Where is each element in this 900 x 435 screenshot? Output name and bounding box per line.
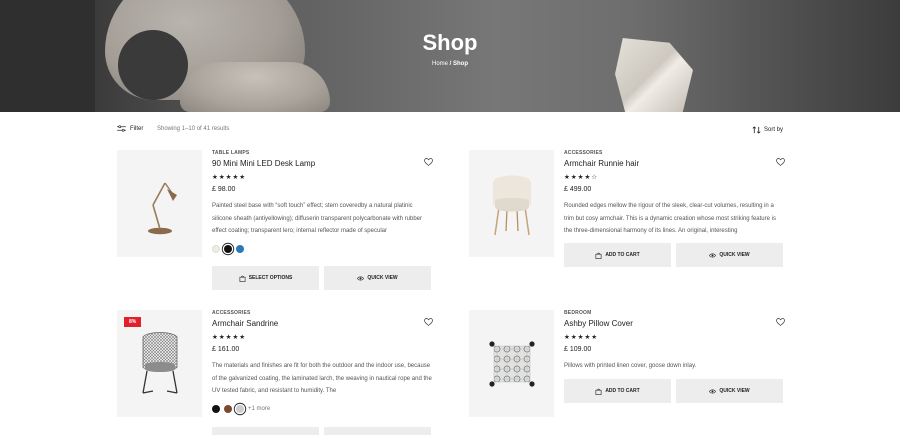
armchair-image: [492, 175, 531, 235]
select-options-label: SELECT OPTIONS: [248, 275, 293, 281]
add-to-cart-label: ADD TO CART: [605, 252, 640, 258]
filter-label: Filter: [130, 125, 144, 132]
product-rating-stars: ★★★★★: [212, 174, 247, 181]
breadcrumb-home-link[interactable]: Home: [432, 61, 448, 67]
product-category: ACCESSORIES: [564, 150, 603, 156]
bag-icon: [595, 252, 602, 259]
product-rating-stars: ★★★★★: [212, 334, 247, 341]
product-card: BEDROOM Ashby Pillow Cover ★★★★★ £ 109.0…: [469, 310, 799, 435]
product-rating-stars: ★★★★★: [564, 334, 599, 341]
product-name[interactable]: Armchair Sandrine: [212, 319, 432, 328]
bag-icon: [239, 275, 246, 282]
eye-icon: [709, 253, 717, 257]
quick-view-button[interactable]: [324, 427, 431, 435]
product-name[interactable]: Armchair Runnie hair: [564, 159, 784, 168]
sort-by-label: Sort by: [764, 127, 784, 133]
hero-armchair-seat: [180, 62, 330, 112]
breadcrumb-current: Shop: [453, 61, 469, 67]
quick-view-label: QUICK VIEW: [719, 388, 750, 394]
select-options-button[interactable]: SELECT OPTIONS: [212, 266, 319, 290]
color-swatch-selected[interactable]: [236, 405, 244, 413]
color-swatch[interactable]: [236, 245, 244, 253]
product-description: Painted steel base with “soft touch” eff…: [212, 203, 423, 234]
product-card: 8% ACCESSORIES Armchair Sandrine ★★★★★ £…: [117, 310, 447, 435]
quick-view-label: QUICK VIEW: [719, 252, 750, 258]
sort-by-button[interactable]: Sort by: [752, 126, 783, 134]
filter-icon: [117, 125, 126, 132]
quick-view-label: QUICK VIEW: [367, 275, 398, 281]
discount-badge: 8%: [124, 317, 142, 327]
product-name[interactable]: 90 Mini Mini LED Desk Lamp: [212, 159, 432, 168]
wicker-armchair-image: [141, 331, 178, 394]
product-image[interactable]: [469, 150, 554, 257]
desk-lamp-image: [147, 182, 177, 235]
eye-icon: [357, 276, 365, 280]
more-swatches-link[interactable]: +1 more: [248, 406, 270, 412]
bag-icon: [595, 388, 602, 395]
wishlist-heart-icon[interactable]: [424, 318, 433, 326]
select-options-button[interactable]: [212, 427, 319, 435]
product-category: ACCESSORIES: [212, 310, 251, 316]
sort-icon: [752, 126, 761, 134]
pillow-image: [488, 340, 535, 387]
add-to-cart-button[interactable]: ADD TO CART: [564, 379, 671, 403]
color-swatch-selected[interactable]: [224, 245, 232, 253]
wishlist-heart-icon[interactable]: [424, 158, 433, 166]
hero-banner: Shop Home / Shop: [0, 0, 900, 112]
product-image[interactable]: [117, 150, 202, 257]
add-to-cart-button[interactable]: ADD TO CART: [564, 243, 671, 267]
wishlist-heart-icon[interactable]: [776, 318, 785, 326]
color-swatch[interactable]: [224, 405, 232, 413]
breadcrumb: Home / Shop: [0, 61, 900, 67]
product-price: £ 499.00: [564, 186, 592, 193]
product-description: The materials and finishes are fit for b…: [212, 363, 432, 394]
product-price: £ 161.00: [212, 346, 240, 353]
color-swatches: [212, 245, 244, 253]
quick-view-button[interactable]: QUICK VIEW: [324, 266, 431, 290]
wishlist-heart-icon[interactable]: [776, 158, 785, 166]
filter-button[interactable]: Filter: [117, 125, 143, 132]
hero-shadow-band: [0, 0, 95, 112]
product-card: TABLE LAMPS 90 Mini Mini LED Desk Lamp ★…: [117, 150, 447, 300]
product-name[interactable]: Ashby Pillow Cover: [564, 319, 784, 328]
product-category: TABLE LAMPS: [212, 150, 250, 156]
color-swatches: +1 more: [212, 405, 270, 413]
color-swatch[interactable]: [212, 405, 220, 413]
quick-view-button[interactable]: QUICK VIEW: [676, 243, 783, 267]
product-rating-stars: ★★★★☆: [564, 174, 599, 181]
product-image[interactable]: [469, 310, 554, 417]
product-card: ACCESSORIES Armchair Runnie hair ★★★★☆ £…: [469, 150, 799, 300]
add-to-cart-label: ADD TO CART: [605, 388, 640, 394]
color-swatch[interactable]: [212, 245, 220, 253]
results-count: Showing 1–10 of 41 results: [157, 126, 230, 132]
page-title: Shop: [422, 30, 478, 55]
product-price: £ 109.00: [564, 346, 592, 353]
product-description: Rounded edges mellow the rigour of the s…: [564, 203, 776, 234]
product-price: £ 98.00: [212, 186, 236, 193]
quick-view-button[interactable]: QUICK VIEW: [676, 379, 783, 403]
eye-icon: [709, 389, 717, 393]
product-category: BEDROOM: [564, 310, 592, 316]
